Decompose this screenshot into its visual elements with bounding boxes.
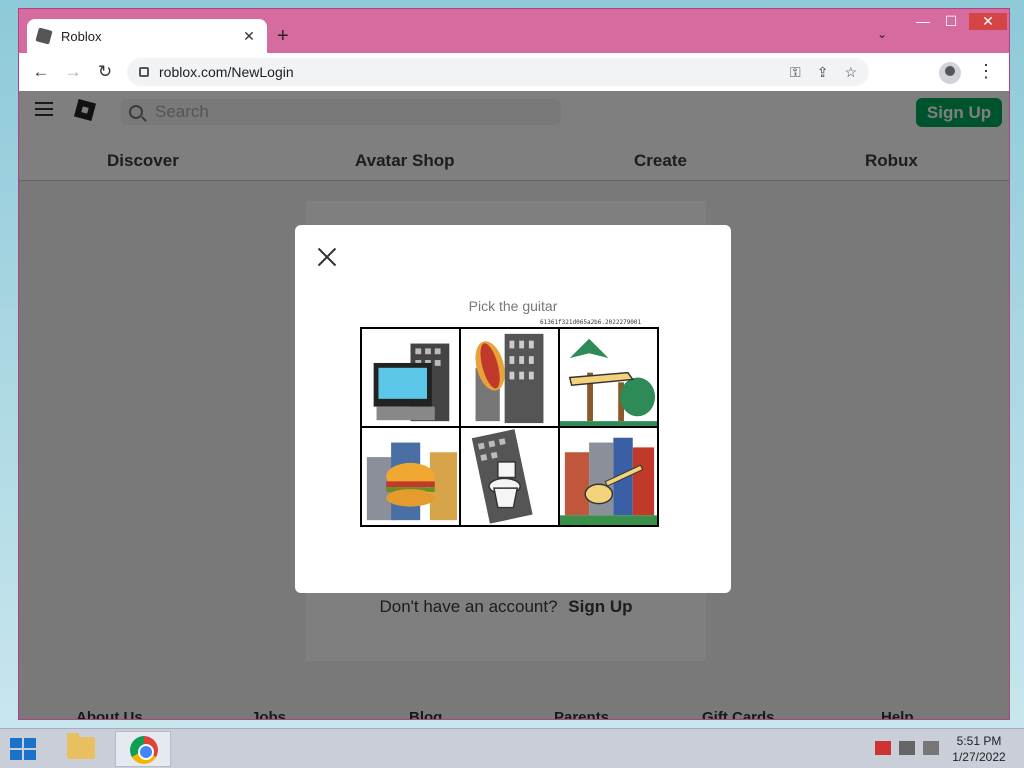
- clock-time: 5:51 PM: [956, 734, 1002, 748]
- captcha-tile-airplane[interactable]: [559, 328, 658, 427]
- tab-strip: Roblox ✕ + ⌄ — ☐ ✕: [19, 9, 1009, 53]
- share-icon[interactable]: ⇪: [817, 64, 829, 81]
- windows-start-icon[interactable]: [10, 738, 38, 762]
- key-icon[interactable]: ⚿: [790, 64, 801, 81]
- minimize-button[interactable]: —: [909, 13, 937, 29]
- browser-window: Roblox ✕ + ⌄ — ☐ ✕ ← → ↻ roblox.com/NewL…: [18, 8, 1010, 720]
- captcha-tile-hotdog[interactable]: [460, 328, 559, 427]
- taskbar: 5:51 PM 1/27/2022: [0, 728, 1024, 768]
- toilet-icon: [471, 429, 533, 524]
- reload-icon[interactable]: ↻: [89, 62, 121, 82]
- burger-icon: [366, 442, 458, 521]
- roblox-page: Search Sign Up Discover Avatar Shop Crea…: [19, 91, 1009, 719]
- new-tab-button[interactable]: +: [277, 25, 289, 48]
- guitar-icon: [560, 437, 657, 525]
- action-center-flag-icon[interactable]: [875, 741, 891, 755]
- lock-icon: [139, 67, 149, 77]
- profile-avatar-icon[interactable]: [939, 62, 961, 84]
- volume-muted-icon[interactable]: [923, 741, 939, 755]
- system-clock[interactable]: 5:51 PM 1/27/2022: [944, 733, 1014, 765]
- clock-date: 1/27/2022: [952, 750, 1006, 764]
- taskbar-file-explorer[interactable]: [53, 731, 109, 767]
- captcha-tile-computer[interactable]: [361, 328, 460, 427]
- tab-close-icon[interactable]: ✕: [241, 28, 257, 45]
- maximize-button[interactable]: ☐: [937, 13, 965, 30]
- captcha-tile-guitar[interactable]: [559, 427, 658, 526]
- chrome-icon: [130, 736, 158, 764]
- close-icon[interactable]: [317, 247, 337, 267]
- kebab-menu-icon[interactable]: ⋮: [977, 61, 995, 82]
- captcha-tile-burger[interactable]: [361, 427, 460, 526]
- roblox-favicon-icon: [35, 27, 53, 45]
- captcha-grid: [360, 327, 659, 527]
- hotdog-icon: [475, 333, 544, 424]
- url-text[interactable]: roblox.com/NewLogin: [159, 64, 774, 80]
- captcha-challenge-id: 61361f321d065a2b6.2022279001: [540, 319, 642, 326]
- captcha-tile-toilet[interactable]: [460, 427, 559, 526]
- network-icon[interactable]: [899, 741, 915, 755]
- computer-icon: [373, 343, 450, 422]
- address-bar[interactable]: roblox.com/NewLogin ⚿ ⇪ ☆: [127, 58, 869, 86]
- close-window-button[interactable]: ✕: [969, 13, 1007, 30]
- forward-arrow-icon[interactable]: →: [57, 62, 89, 82]
- back-arrow-icon[interactable]: ←: [25, 62, 57, 82]
- folder-icon: [67, 733, 95, 759]
- tab-roblox[interactable]: Roblox ✕: [27, 19, 267, 53]
- captcha-modal: Pick the guitar 61361f321d065a2b6.202227…: [295, 225, 731, 593]
- taskbar-chrome[interactable]: [115, 731, 171, 767]
- airplane-icon: [560, 338, 657, 426]
- captcha-prompt: Pick the guitar: [468, 298, 558, 314]
- browser-toolbar: ← → ↻ roblox.com/NewLogin ⚿ ⇪ ☆ ⋮: [19, 53, 1009, 91]
- bookmark-star-icon[interactable]: ☆: [844, 64, 857, 81]
- tab-title: Roblox: [61, 28, 102, 44]
- tab-search-chevron-icon[interactable]: ⌄: [877, 27, 887, 41]
